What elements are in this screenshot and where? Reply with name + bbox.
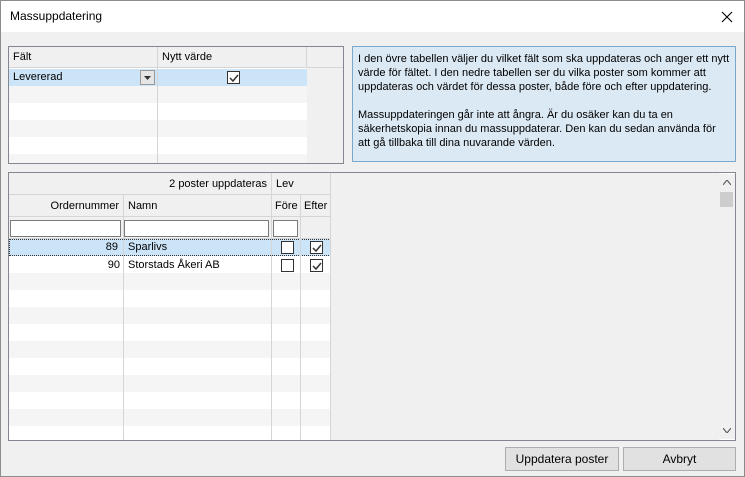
lev-group-header: Lev: [272, 173, 331, 195]
chevron-down-icon: [144, 75, 151, 80]
new-value-column-header[interactable]: Nytt värde: [158, 47, 307, 68]
column-divider: [157, 68, 158, 163]
field-table-empty-area: [307, 68, 343, 163]
before-checkbox[interactable]: [281, 259, 294, 272]
records-empty-area: [331, 173, 719, 440]
name-cell: Storstads Åkeri AB: [128, 259, 220, 271]
column-divider: [300, 217, 301, 440]
table-row[interactable]: 90 Storstads Åkeri AB: [9, 257, 331, 274]
records-table: 2 poster uppdateras Lev Ordernummer Namn…: [8, 172, 736, 441]
order-number-cell: 89: [105, 241, 118, 253]
column-divider: [271, 217, 272, 440]
close-icon: [721, 11, 733, 22]
before-checkbox[interactable]: [281, 241, 294, 254]
vertical-scrollbar[interactable]: [718, 174, 735, 439]
column-divider: [330, 173, 331, 440]
after-checkbox[interactable]: [310, 241, 323, 254]
order-number-column-header[interactable]: Ordernummer: [9, 195, 124, 217]
row-stripe: [9, 375, 331, 392]
row-stripe: [9, 341, 331, 358]
field-select-value: Levererad: [13, 71, 63, 83]
before-filter-input[interactable]: [273, 220, 298, 237]
title-bar: Massuppdatering: [1, 1, 744, 32]
scroll-down-button[interactable]: [718, 422, 735, 439]
scroll-up-button[interactable]: [718, 174, 735, 191]
window-title: Massuppdatering: [10, 9, 103, 23]
field-row-selected[interactable]: Levererad: [9, 69, 307, 86]
cancel-button[interactable]: Avbryt: [623, 447, 736, 471]
field-column-header[interactable]: Fält: [9, 47, 158, 68]
name-cell: Sparlivs: [128, 241, 168, 253]
column-divider: [123, 217, 124, 440]
close-button[interactable]: [710, 1, 744, 32]
after-column-header[interactable]: Efter: [301, 195, 331, 217]
checkmark-icon: [229, 74, 239, 83]
row-stripe: [9, 154, 307, 163]
scroll-up-icon: [722, 180, 731, 185]
row-stripe: [9, 307, 331, 324]
field-dropdown-button[interactable]: [140, 70, 155, 85]
header-filler: [307, 47, 343, 68]
checkmark-icon: [312, 244, 322, 253]
mass-update-dialog: Massuppdatering Fält Nytt värde Leverera…: [0, 0, 745, 477]
before-column-header[interactable]: Före: [272, 195, 301, 217]
checkmark-icon: [312, 262, 322, 271]
field-table: Fält Nytt värde Levererad: [8, 46, 344, 164]
scrollbar-thumb[interactable]: [720, 192, 733, 207]
scroll-down-icon: [722, 428, 731, 433]
after-checkbox[interactable]: [310, 259, 323, 272]
row-stripe: [9, 120, 307, 137]
row-stripe: [9, 409, 331, 426]
update-records-button[interactable]: Uppdatera poster: [505, 447, 619, 471]
info-text-box: I den övre tabellen väljer du vilket fäl…: [352, 46, 736, 162]
row-stripe: [9, 273, 331, 290]
order-number-filter-input[interactable]: [10, 220, 121, 237]
name-column-header[interactable]: Namn: [124, 195, 272, 217]
order-number-cell: 90: [107, 259, 120, 271]
records-summary-header: 2 poster uppdateras: [9, 173, 272, 195]
new-value-checkbox[interactable]: [227, 71, 240, 84]
table-row[interactable]: 89 Sparlivs: [9, 239, 331, 256]
name-filter-input[interactable]: [124, 220, 269, 237]
row-stripe: [9, 86, 307, 103]
